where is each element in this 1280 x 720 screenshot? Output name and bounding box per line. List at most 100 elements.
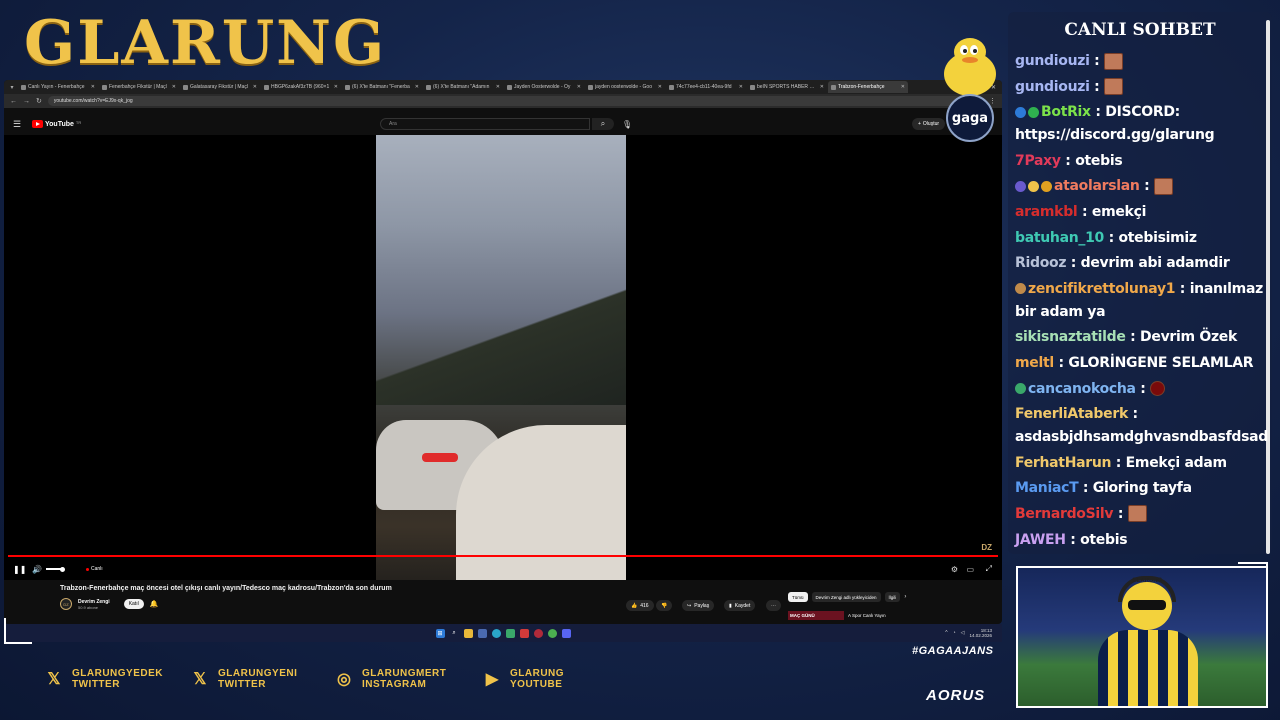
more-actions-button[interactable]: ⋯ xyxy=(766,600,781,611)
system-clock[interactable]: 18:13 14.02.2026 xyxy=(969,628,992,638)
tab-close-icon[interactable]: ✕ xyxy=(658,84,662,90)
browser-tab[interactable]: beIN SPORTS HABER Can ✕ xyxy=(747,81,827,93)
chat-username[interactable]: BernardoSilv xyxy=(1015,506,1114,522)
browser-tab[interactable]: Trabzon-Fenerbahçe ✕ xyxy=(828,81,908,93)
obs-icon[interactable] xyxy=(533,628,543,638)
reload-icon[interactable]: ↻ xyxy=(36,97,42,105)
tab-close-icon[interactable]: ✕ xyxy=(253,84,257,90)
create-button[interactable]: + Oluştur xyxy=(912,118,946,130)
channel-name[interactable]: Devrim Zengi xyxy=(78,599,110,605)
chat-username[interactable]: 7Paxy xyxy=(1015,153,1061,169)
save-button[interactable]: ▮ Kaydet xyxy=(724,600,756,611)
sunglasses-icon xyxy=(1128,600,1166,610)
brave-icon[interactable] xyxy=(519,628,529,638)
social-link[interactable]: ◎ GLARUNGMERT INSTAGRAM xyxy=(334,668,446,690)
tab-close-icon[interactable]: ✕ xyxy=(91,84,95,90)
browser-tab[interactable]: jayden oosterwolde - Goo ✕ xyxy=(585,81,665,93)
chat-username[interactable]: FerhatHarun xyxy=(1015,455,1112,471)
volume-knob[interactable] xyxy=(60,566,65,572)
tab-search-icon[interactable]: ▾ xyxy=(8,83,16,91)
chat-scrollbar[interactable] xyxy=(1266,20,1270,554)
chevron-right-icon[interactable]: › xyxy=(904,594,906,600)
progress-bar[interactable] xyxy=(8,555,998,557)
chip-all[interactable]: Tümü xyxy=(788,592,808,602)
social-handle: GLARUNGYEDEK xyxy=(72,668,164,679)
chat-username[interactable]: sikisnaztatilde xyxy=(1015,329,1126,345)
back-icon[interactable]: ← xyxy=(10,98,17,105)
social-link[interactable]: 𝕏 GLARUNGYENI TWITTER xyxy=(190,668,297,690)
like-button[interactable]: 👍 416 xyxy=(626,600,654,611)
chat-username[interactable]: aramkbl xyxy=(1015,204,1078,220)
youtube-logo[interactable]: YouTube TR xyxy=(32,120,81,128)
network-icon[interactable]: ◔ xyxy=(953,630,956,636)
theater-mode-icon[interactable]: ▭ xyxy=(966,565,974,574)
chat-username[interactable]: meltl xyxy=(1015,355,1054,371)
microphone-icon[interactable]: 🎙 xyxy=(622,120,632,129)
chat-username[interactable]: ataolarslan xyxy=(1054,178,1140,194)
browser-tab[interactable]: Jayden Oosterwolde - Oy ✕ xyxy=(504,81,584,93)
youtube-search-input[interactable]: Ara xyxy=(380,118,590,130)
chat-username[interactable]: FenerliAtaberk xyxy=(1015,406,1128,422)
tab-close-icon[interactable]: ✕ xyxy=(820,84,824,90)
chat-username[interactable]: batuhan_10 xyxy=(1015,230,1104,246)
windows-start-icon[interactable]: ⊞ xyxy=(435,628,445,638)
search-button[interactable]: ⌕ xyxy=(592,118,614,130)
fullscreen-icon[interactable]: ⤢ xyxy=(986,564,992,574)
tab-close-icon[interactable]: ✕ xyxy=(496,84,500,90)
chat-username[interactable]: zencifikrettolunay1 xyxy=(1028,281,1176,297)
x-icon: 𝕏 xyxy=(193,671,207,688)
chat-username[interactable]: gundiouzi xyxy=(1015,53,1090,69)
bell-icon[interactable]: 🔔 xyxy=(150,600,159,608)
social-link[interactable]: ▶ GLARUNG YOUTUBE xyxy=(482,668,564,690)
edge-icon[interactable] xyxy=(491,628,501,638)
tab-close-icon[interactable]: ✕ xyxy=(577,84,581,90)
video-hillside xyxy=(376,285,626,405)
pause-icon[interactable]: ❚❚ xyxy=(13,565,26,574)
tab-close-icon[interactable]: ✕ xyxy=(334,84,338,90)
browser-tab[interactable]: (6) X'te Batmanı "Fenerba ✕ xyxy=(342,81,422,93)
chat-username[interactable]: gundiouzi xyxy=(1015,79,1090,95)
share-button[interactable]: ↪ Paylaş xyxy=(682,600,715,611)
tab-close-icon[interactable]: ✕ xyxy=(739,84,743,90)
extensions-icon[interactable]: ⋮ xyxy=(989,97,996,105)
forward-icon[interactable]: → xyxy=(23,98,30,105)
video-frame xyxy=(376,135,626,580)
tab-close-icon[interactable]: ✕ xyxy=(415,84,419,90)
chat-username[interactable]: ManiacT xyxy=(1015,480,1079,496)
channel-avatar[interactable]: DZ xyxy=(60,598,72,610)
tab-close-icon[interactable]: ✕ xyxy=(901,84,905,90)
chrome-icon[interactable] xyxy=(547,628,557,638)
file-explorer-icon[interactable] xyxy=(463,628,473,638)
url-input[interactable]: youtube.com/watch?v=EJ9x-qk_jog xyxy=(47,96,971,106)
browser-tab[interactable]: Fenerbahçe Fikstür | Maçl ✕ xyxy=(99,81,179,93)
chip-related[interactable]: İlgili xyxy=(884,592,901,602)
live-indicator[interactable]: Canlı xyxy=(86,566,103,572)
browser-tab[interactable]: Galatasaray Fikstür | Maçl ✕ xyxy=(180,81,260,93)
social-link[interactable]: 𝕏 GLARUNGYEDEK TWITTER xyxy=(44,668,163,690)
browser-tab[interactable]: Canlı Yayın - Fenerbahçe ✕ xyxy=(18,81,98,93)
chat-username[interactable]: BotRix xyxy=(1041,104,1091,120)
browser-tab[interactable]: HBGP6zakAf3zTB (960×1 ✕ xyxy=(261,81,341,93)
search-taskbar-icon[interactable]: ⌕ xyxy=(450,629,459,638)
browser-tab[interactable]: 74c77ee4-cb11-40ea-9fd ✕ xyxy=(666,81,746,93)
tray-chevron-icon[interactable]: ^ xyxy=(945,630,947,636)
volume-icon[interactable]: 🔊 xyxy=(32,565,42,574)
chip-from-uploader[interactable]: Devrim Zengi adlı yükleyiciden xyxy=(811,592,881,602)
speaker-icon[interactable]: ◁ xyxy=(961,630,965,636)
recommended-video[interactable]: MAÇ GÜNÜ A Spor Canlı Yayın xyxy=(788,611,886,620)
browser-tab[interactable]: (6) X'te Batmanı "Adamın ✕ xyxy=(423,81,503,93)
settings-gear-icon[interactable]: ⚙ xyxy=(951,565,958,574)
chat-username[interactable]: JAWEH xyxy=(1015,532,1066,548)
dislike-button[interactable]: 👎 xyxy=(656,600,673,611)
hamburger-menu-icon[interactable]: ☰ xyxy=(13,119,21,130)
discord-icon[interactable] xyxy=(561,628,571,638)
youtube-region-label: TR xyxy=(75,120,82,125)
store-icon[interactable] xyxy=(477,628,487,638)
tab-close-icon[interactable]: ✕ xyxy=(172,84,176,90)
chat-username[interactable]: Ridooz xyxy=(1015,255,1066,271)
video-player[interactable]: DZ ❚❚ 🔊 Canlı ⚙ ▭ ⤢ xyxy=(4,135,1002,580)
app-green-icon[interactable] xyxy=(505,628,515,638)
join-button[interactable]: Katıl xyxy=(123,599,144,609)
chat-username[interactable]: cancanokocha xyxy=(1028,381,1136,397)
chat-message: 7Paxy : otebis xyxy=(1015,152,1123,169)
